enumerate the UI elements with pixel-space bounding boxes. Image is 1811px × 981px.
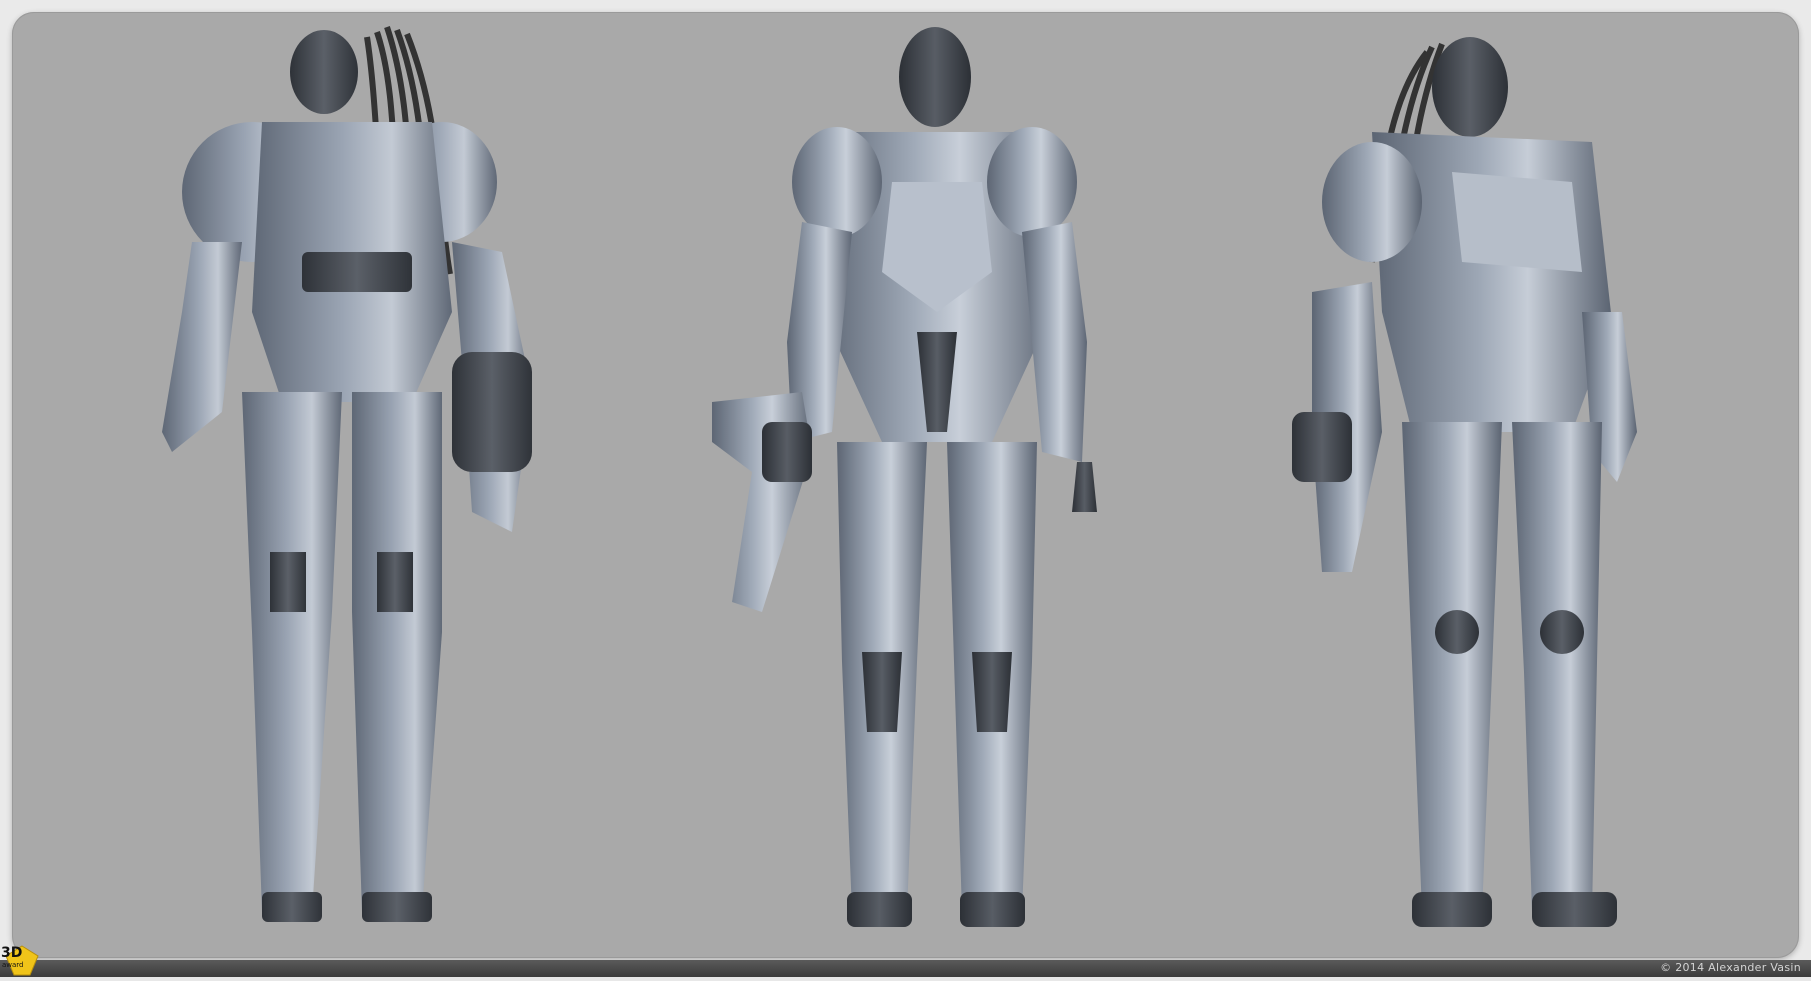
award-badge: 3D award — [0, 944, 40, 977]
left-arm — [162, 242, 242, 452]
head — [290, 30, 358, 114]
copyright-text: © 2014 Alexander Vasin — [1660, 961, 1801, 974]
footer-bar: © 2014 Alexander Vasin — [0, 960, 1811, 977]
badge-sub-label: award — [2, 961, 24, 969]
head — [899, 27, 971, 127]
robot-front-view — [712, 27, 1097, 927]
render-canvas — [12, 12, 1799, 958]
right-leg — [1512, 422, 1602, 912]
robot-back-view — [162, 26, 532, 922]
badge-label: 3D — [1, 945, 23, 961]
left-leg — [242, 392, 342, 912]
robot-three-quarter-view — [1292, 37, 1637, 927]
right-leg — [352, 392, 442, 912]
artwork-frame: © 2014 Alexander Vasin 3D award — [0, 0, 1811, 977]
left-leg — [1402, 422, 1502, 912]
head — [1432, 37, 1508, 137]
